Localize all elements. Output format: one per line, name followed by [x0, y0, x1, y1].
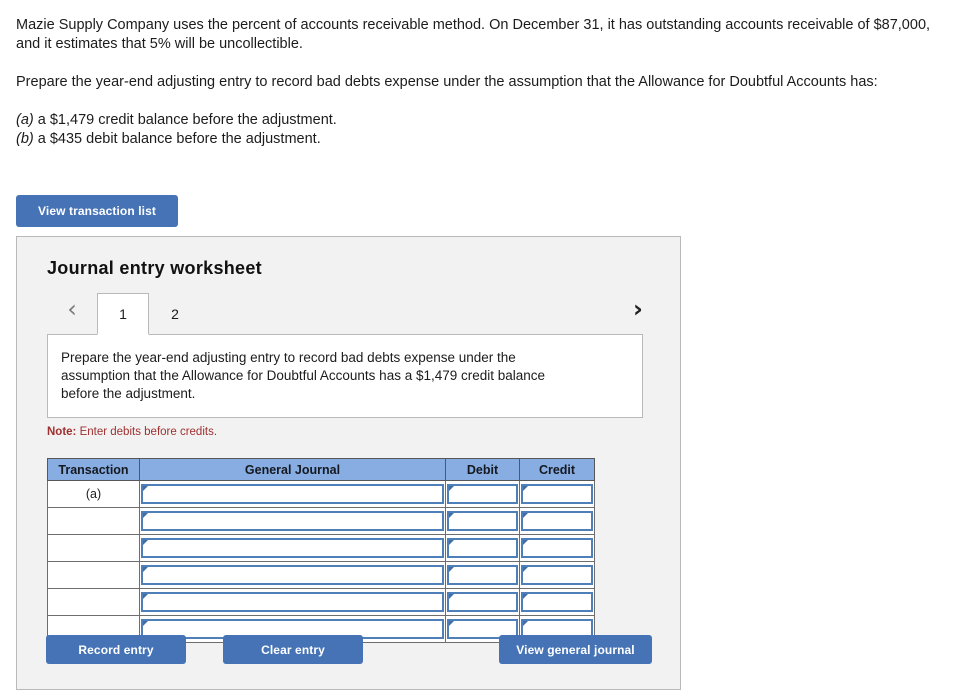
worksheet-tab-2[interactable]: 2: [149, 293, 201, 335]
debit-input[interactable]: [447, 564, 518, 585]
credit-cell[interactable]: [519, 507, 595, 535]
table-row: [47, 534, 595, 562]
table-row: [47, 588, 595, 616]
problem-statement: Mazie Supply Company uses the percent of…: [16, 16, 944, 149]
clear-entry-button[interactable]: Clear entry: [223, 635, 363, 664]
debit-cell[interactable]: [445, 480, 520, 508]
table-row: (a): [47, 480, 595, 508]
view-general-journal-button[interactable]: View general journal: [499, 635, 652, 664]
general-journal-cell[interactable]: [139, 561, 446, 589]
debit-input[interactable]: [447, 591, 518, 612]
column-header-debit: Debit: [445, 458, 520, 481]
problem-paragraph-1: Mazie Supply Company uses the percent of…: [16, 17, 931, 52]
general-journal-input[interactable]: [141, 537, 444, 558]
journal-entry-worksheet-panel: Journal entry worksheet ‹ 1 2 › Prepare …: [16, 236, 681, 690]
transaction-cell: [47, 534, 140, 562]
debit-input[interactable]: [447, 483, 518, 504]
problem-paragraph-2: Prepare the year-end adjusting entry to …: [16, 74, 878, 90]
view-transaction-list-button[interactable]: View transaction list: [16, 195, 178, 227]
debits-before-credits-note: Note: Enter debits before credits.: [47, 426, 217, 438]
column-header-general-journal: General Journal: [139, 458, 446, 481]
general-journal-cell[interactable]: [139, 507, 446, 535]
general-journal-input[interactable]: [141, 483, 444, 504]
debit-cell[interactable]: [445, 561, 520, 589]
problem-item-a-text: a $1,479 credit balance before the adjus…: [33, 112, 337, 128]
table-row: [47, 561, 595, 589]
panel-title: Journal entry worksheet: [47, 258, 262, 278]
record-entry-button[interactable]: Record entry: [46, 635, 186, 664]
table-header-row: Transaction General Journal Debit Credit: [47, 458, 595, 481]
journal-entry-table: Transaction General Journal Debit Credit…: [47, 458, 595, 643]
instruction-text: Prepare the year-end adjusting entry to …: [61, 350, 546, 401]
transaction-cell: [47, 507, 140, 535]
general-journal-input[interactable]: [141, 591, 444, 612]
instruction-box: Prepare the year-end adjusting entry to …: [47, 334, 643, 418]
worksheet-tab-bar: ‹ 1 2 ›: [47, 293, 657, 335]
worksheet-tab-1[interactable]: 1: [97, 293, 149, 335]
general-journal-cell[interactable]: [139, 588, 446, 616]
credit-input[interactable]: [521, 537, 593, 558]
problem-item-b-label: (b): [16, 131, 34, 147]
debit-cell[interactable]: [445, 507, 520, 535]
general-journal-input[interactable]: [141, 510, 444, 531]
note-prefix: Note:: [47, 426, 77, 438]
transaction-cell: [47, 588, 140, 616]
credit-input[interactable]: [521, 564, 593, 585]
credit-cell[interactable]: [519, 480, 595, 508]
debit-input[interactable]: [447, 510, 518, 531]
problem-item-b-text: a $435 debit balance before the adjustme…: [33, 131, 321, 147]
chevron-right-icon[interactable]: ›: [627, 295, 649, 325]
column-header-transaction: Transaction: [47, 458, 140, 481]
problem-item-b: (b) a $435 debit balance before the adju…: [16, 130, 944, 149]
general-journal-cell[interactable]: [139, 534, 446, 562]
note-text: Enter debits before credits.: [76, 426, 218, 438]
credit-input[interactable]: [521, 591, 593, 612]
column-header-credit: Credit: [519, 458, 595, 481]
credit-cell[interactable]: [519, 588, 595, 616]
debit-input[interactable]: [447, 537, 518, 558]
credit-input[interactable]: [521, 483, 593, 504]
credit-input[interactable]: [521, 510, 593, 531]
credit-cell[interactable]: [519, 534, 595, 562]
general-journal-input[interactable]: [141, 564, 444, 585]
problem-item-a-label: (a): [16, 112, 34, 128]
transaction-cell: (a): [47, 480, 140, 508]
debit-cell[interactable]: [445, 534, 520, 562]
table-row: [47, 507, 595, 535]
problem-item-a: (a) a $1,479 credit balance before the a…: [16, 111, 944, 130]
general-journal-cell[interactable]: [139, 480, 446, 508]
credit-cell[interactable]: [519, 561, 595, 589]
transaction-cell: [47, 561, 140, 589]
chevron-left-icon[interactable]: ‹: [61, 295, 83, 325]
debit-cell[interactable]: [445, 588, 520, 616]
